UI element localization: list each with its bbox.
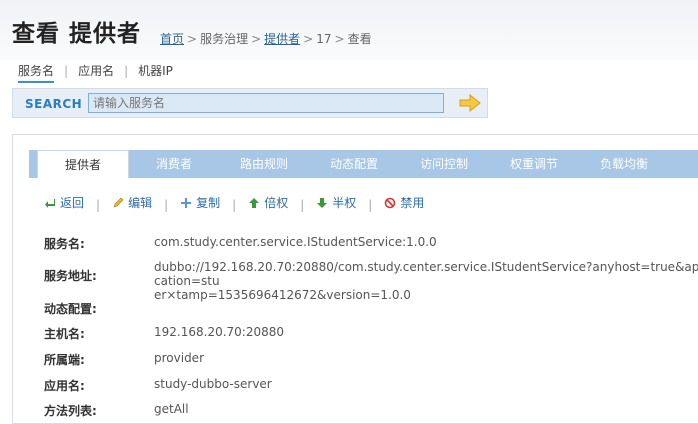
search-tab-application[interactable]: 应用名	[78, 62, 114, 79]
arrow-down-icon	[317, 197, 328, 208]
back-button[interactable]: 返回	[44, 194, 84, 211]
page-title: 查看 提供者	[12, 21, 142, 47]
dynamic-config-label: 动态配置:	[44, 302, 97, 316]
breadcrumb-home-link[interactable]: 首页	[160, 32, 184, 46]
service-name-value: com.study.center.service.IStudentService…	[154, 235, 437, 249]
arrow-right-icon[interactable]	[459, 93, 481, 113]
search-label: SEARCH	[25, 97, 83, 111]
tab-access-control[interactable]: 访问控制	[399, 150, 489, 178]
copy-button[interactable]: 复制	[180, 194, 220, 211]
breadcrumb: 首页 > 服务治理 > 提供者 >17 > 查看	[160, 32, 372, 46]
search-tab-service-name[interactable]: 服务名	[18, 62, 55, 83]
side-value: provider	[154, 351, 204, 365]
plus-icon	[181, 197, 192, 208]
service-name-label: 服务名:	[44, 237, 85, 251]
search-type-tabs: 服务名 | 应用名 | 机器IP	[18, 62, 173, 83]
edit-button[interactable]: 编辑	[112, 194, 152, 211]
pencil-icon	[113, 197, 124, 207]
methods-label: 方法列表:	[44, 404, 97, 418]
search-bar: SEARCH	[12, 88, 488, 118]
back-arrow-icon	[45, 198, 55, 208]
search-input[interactable]	[88, 93, 444, 113]
service-url-label: 服务地址:	[44, 269, 97, 283]
tab-consumers[interactable]: 消费者	[129, 150, 219, 178]
service-url-value: dubbo://192.168.20.70:20880/com.study.ce…	[154, 260, 698, 302]
side-label: 所属端:	[44, 353, 85, 367]
action-toolbar: 返回 | 编辑 | 复制 | 倍权 | 半权 | 禁用	[44, 194, 424, 212]
host-label: 主机名:	[44, 327, 85, 341]
arrow-up-icon	[249, 197, 260, 208]
tab-dynamic-config[interactable]: 动态配置	[309, 150, 399, 178]
search-tab-machine-ip[interactable]: 机器IP	[138, 62, 173, 79]
forbidden-icon	[385, 197, 396, 208]
tab-providers[interactable]: 提供者	[37, 150, 129, 178]
breadcrumb-id: 17	[316, 32, 332, 46]
application-label: 应用名:	[44, 379, 85, 393]
host-value: 192.168.20.70:20880	[154, 325, 285, 339]
methods-value: getAll	[154, 402, 189, 416]
double-weight-button[interactable]: 倍权	[248, 194, 288, 211]
tab-load-balance[interactable]: 负载均衡	[579, 150, 669, 178]
disable-button[interactable]: 禁用	[384, 194, 424, 211]
tab-routes[interactable]: 路由规则	[219, 150, 309, 178]
tab-weight[interactable]: 权重调节	[489, 150, 579, 178]
nav-tab-bar: 提供者 消费者 路由规则 动态配置 访问控制 权重调节 负载均衡	[29, 150, 698, 178]
application-value: study-dubbo-server	[154, 377, 272, 391]
half-weight-button[interactable]: 半权	[316, 194, 356, 211]
breadcrumb-providers-link[interactable]: 提供者	[264, 32, 300, 46]
breadcrumb-governance: 服务治理	[200, 32, 249, 46]
breadcrumb-current: 查看	[347, 32, 372, 46]
